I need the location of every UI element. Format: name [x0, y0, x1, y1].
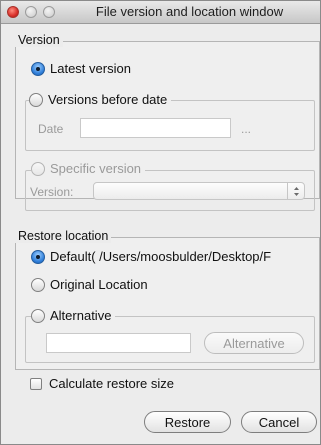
zoom-window-button[interactable] — [43, 6, 55, 18]
radio-selected-icon — [31, 250, 45, 264]
version-label: Version: — [30, 185, 74, 199]
file-version-window: File version and location window Version… — [0, 0, 321, 445]
stepper-arrows-icon — [287, 183, 304, 199]
window-title: File version and location window — [95, 4, 284, 19]
original-location-label: Original Location — [50, 277, 148, 292]
radio-unselected-icon — [31, 278, 45, 292]
date-field[interactable] — [80, 118, 231, 138]
date-picker-button[interactable]: ... — [241, 122, 251, 136]
alternative-location-radio[interactable]: Alternative — [31, 308, 116, 324]
minimize-window-button[interactable] — [25, 6, 37, 18]
radio-unselected-icon — [29, 93, 43, 107]
radio-disabled-icon — [31, 162, 45, 176]
alternative-location-label: Alternative — [50, 308, 112, 323]
title-bar: File version and location window — [1, 1, 320, 24]
default-location-label: Default( /Users/moosbulder/Desktop/F — [50, 249, 272, 264]
calculate-restore-size-checkbox[interactable]: Calculate restore size — [30, 376, 174, 392]
restore-location-legend: Restore location — [15, 229, 112, 243]
radio-selected-icon — [31, 62, 45, 76]
specific-version-label: Specific version — [50, 161, 142, 176]
close-window-button[interactable] — [7, 6, 19, 18]
original-location-radio[interactable]: Original Location — [31, 277, 148, 293]
version-legend: Version — [15, 33, 63, 47]
versions-before-date-label: Versions before date — [48, 92, 168, 107]
versions-before-date-radio[interactable]: Versions before date — [29, 92, 172, 108]
alternative-path-field[interactable] — [46, 333, 191, 353]
version-select[interactable] — [93, 182, 305, 200]
latest-version-radio[interactable]: Latest version — [31, 61, 131, 77]
specific-version-radio[interactable]: Specific version — [31, 161, 146, 177]
restore-button[interactable]: Restore — [144, 411, 231, 433]
calculate-restore-size-label: Calculate restore size — [49, 376, 174, 391]
checkbox-unchecked-icon — [30, 378, 42, 390]
default-location-radio[interactable]: Default( /Users/moosbulder/Desktop/F — [31, 249, 271, 265]
alternative-browse-button[interactable]: Alternative — [204, 332, 304, 354]
radio-unselected-icon — [31, 309, 45, 323]
date-label: Date — [38, 122, 64, 136]
cancel-button[interactable]: Cancel — [241, 411, 317, 433]
latest-version-label: Latest version — [50, 61, 131, 76]
